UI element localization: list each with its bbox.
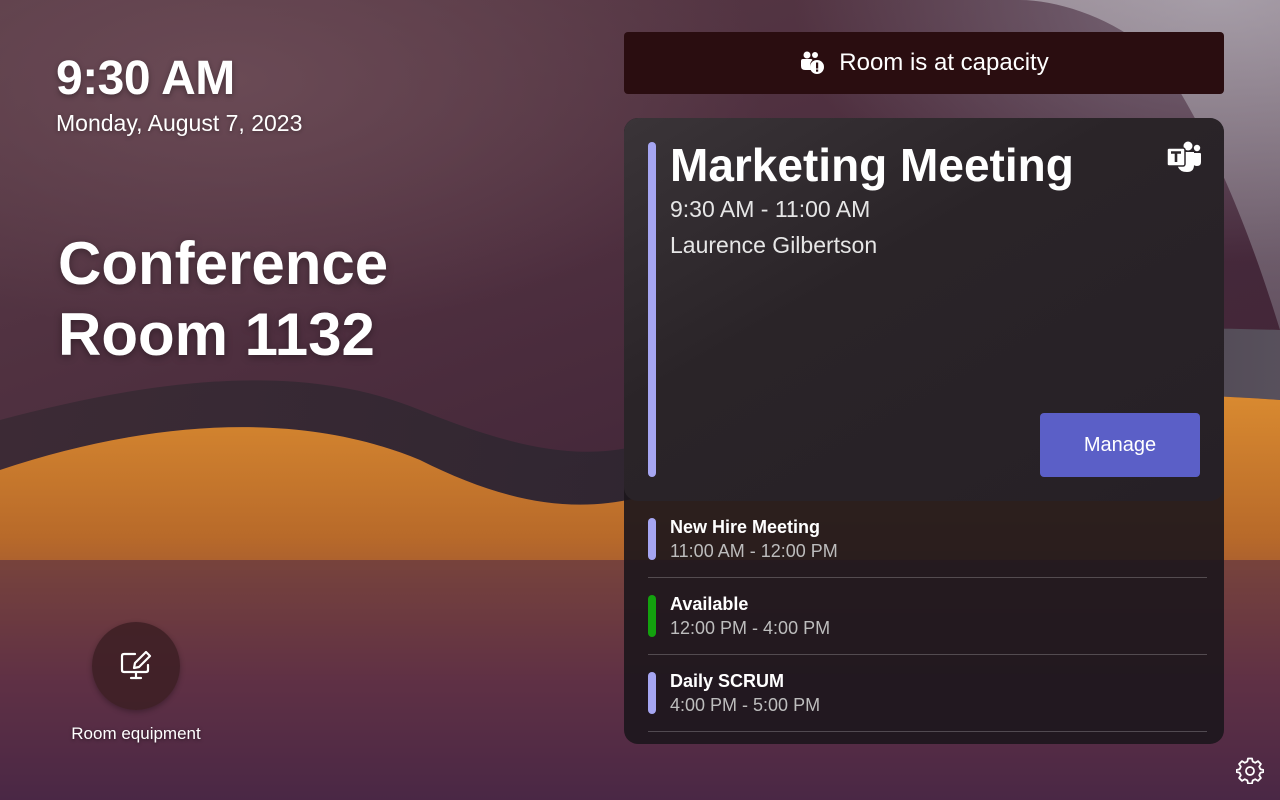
schedule-panel: Marketing Meeting 9:30 AM - 11:00 AM Lau… xyxy=(624,118,1224,744)
list-item[interactable]: Daily SCRUM 4:00 PM - 5:00 PM xyxy=(648,655,1207,732)
list-item-accent xyxy=(648,518,656,560)
current-date: Monday, August 7, 2023 xyxy=(56,110,303,136)
room-equipment[interactable]: Room equipment xyxy=(60,622,212,744)
manage-button[interactable]: Manage xyxy=(1040,413,1200,477)
capacity-text: Room is at capacity xyxy=(839,49,1049,76)
list-item-title: New Hire Meeting xyxy=(670,517,821,537)
upcoming-list: New Hire Meeting 11:00 AM - 12:00 PM Ava… xyxy=(648,501,1207,732)
capacity-banner: Room is at capacity xyxy=(624,32,1224,94)
current-meeting-card[interactable]: Marketing Meeting 9:30 AM - 11:00 AM Lau… xyxy=(624,118,1224,501)
meeting-title: Marketing Meeting xyxy=(670,139,1074,191)
room-equipment-label: Room equipment xyxy=(71,724,201,743)
list-item[interactable]: New Hire Meeting 11:00 AM - 12:00 PM xyxy=(648,501,1207,578)
meeting-organizer: Laurence Gilbertson xyxy=(670,232,878,258)
list-item-time: 11:00 AM - 12:00 PM xyxy=(670,541,838,561)
people-alert-icon xyxy=(801,51,825,74)
current-meeting-accent xyxy=(648,142,656,477)
gear-icon[interactable] xyxy=(1236,756,1264,784)
room-equipment-button[interactable] xyxy=(92,622,180,710)
current-time: 9:30 AM xyxy=(56,52,235,105)
list-item-title: Available xyxy=(670,594,749,614)
list-item-accent xyxy=(648,595,656,637)
teams-icon xyxy=(1166,141,1201,172)
monitor-edit-icon xyxy=(120,650,152,680)
list-item-time: 4:00 PM - 5:00 PM xyxy=(670,695,821,715)
list-item-accent xyxy=(648,672,656,714)
room-name: Conference Room 1132 xyxy=(58,230,389,368)
list-item-title: Daily SCRUM xyxy=(670,671,785,691)
meeting-time: 9:30 AM - 11:00 AM xyxy=(670,196,871,222)
clock: 9:30 AM Monday, August 7, 2023 xyxy=(56,52,302,138)
list-item-time: 12:00 PM - 4:00 PM xyxy=(670,618,831,638)
list-item[interactable]: Available 12:00 PM - 4:00 PM xyxy=(648,578,1207,655)
